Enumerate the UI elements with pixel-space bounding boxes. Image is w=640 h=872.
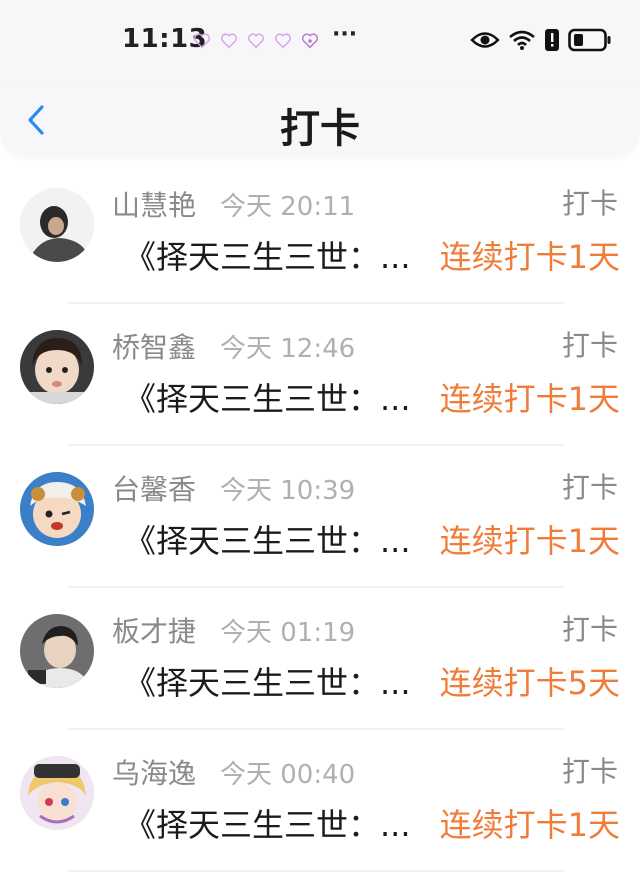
avatar[interactable] bbox=[20, 188, 94, 262]
list-item[interactable]: 乌海逸 今天 00:40 打卡 《择天三生三世：... 连续打卡1天 bbox=[0, 730, 640, 872]
user-avatar-image bbox=[20, 188, 94, 262]
checkin-list: 山慧艳 今天 20:11 打卡 《择天三生三世：... 连续打卡1天 桥智鑫 今… bbox=[0, 162, 640, 872]
status-bar: 11:13 ··· bbox=[0, 0, 640, 84]
list-item[interactable]: 台馨香 今天 10:39 打卡 《择天三生三世：... 连续打卡1天 bbox=[0, 446, 640, 588]
checkin-time: 今天 00:40 bbox=[220, 760, 356, 790]
book-title: 《择天三生三世：... bbox=[124, 522, 411, 560]
book-title-line: 《择天三生三世：... 连续打卡1天 bbox=[124, 516, 620, 562]
system-status-icons bbox=[470, 28, 612, 52]
top-nav-bar: 打卡 bbox=[0, 84, 640, 156]
streak-badge: 连续打卡5天 bbox=[439, 664, 620, 702]
list-item[interactable]: 桥智鑫 今天 12:46 打卡 《择天三生三世：... 连续打卡1天 bbox=[0, 304, 640, 446]
wifi-icon bbox=[509, 30, 535, 50]
streak-badge: 连续打卡1天 bbox=[439, 522, 620, 560]
user-avatar-image bbox=[20, 330, 94, 404]
book-title-line: 《择天三生三世：... 连续打卡1天 bbox=[124, 800, 620, 846]
user-avatar-image bbox=[20, 614, 94, 688]
user-name: 桥智鑫 bbox=[112, 331, 197, 364]
avatar[interactable] bbox=[20, 756, 94, 830]
user-avatar-image bbox=[20, 756, 94, 830]
entry-type-label: 打卡 bbox=[561, 613, 618, 646]
entry-type-label: 打卡 bbox=[561, 187, 618, 220]
avatar[interactable] bbox=[20, 330, 94, 404]
checkin-time: 今天 12:46 bbox=[220, 334, 356, 364]
user-name: 乌海逸 bbox=[112, 757, 197, 790]
checkin-time: 今天 01:19 bbox=[220, 618, 356, 648]
sim-alert-icon bbox=[545, 29, 559, 51]
entry-type-label: 打卡 bbox=[561, 471, 618, 504]
battery-icon bbox=[568, 28, 611, 52]
streak-badge: 连续打卡1天 bbox=[439, 380, 620, 418]
user-name: 山慧艳 bbox=[112, 189, 197, 222]
avatar[interactable] bbox=[20, 472, 94, 546]
notification-icons bbox=[193, 32, 319, 50]
entry-type-label: 打卡 bbox=[561, 329, 618, 362]
streak-badge: 连续打卡1天 bbox=[439, 238, 620, 276]
user-avatar-image bbox=[20, 472, 94, 546]
checkin-time: 今天 20:11 bbox=[220, 192, 356, 222]
heart-notification-icon bbox=[193, 33, 211, 49]
eye-icon bbox=[470, 32, 500, 48]
user-name: 台馨香 bbox=[112, 473, 197, 506]
book-title: 《择天三生三世：... bbox=[124, 664, 411, 702]
list-item[interactable]: 板才捷 今天 01:19 打卡 《择天三生三世：... 连续打卡5天 bbox=[0, 588, 640, 730]
book-title: 《择天三生三世：... bbox=[124, 238, 411, 276]
heart-notification-icon bbox=[274, 33, 292, 49]
book-title-line: 《择天三生三世：... 连续打卡1天 bbox=[124, 232, 620, 278]
checkin-time: 今天 10:39 bbox=[220, 476, 356, 506]
more-notifications-icon: ··· bbox=[332, 22, 358, 47]
streak-badge: 连续打卡1天 bbox=[439, 806, 620, 844]
heart-notification-icon bbox=[220, 33, 238, 49]
book-title: 《择天三生三世：... bbox=[124, 380, 411, 418]
book-title-line: 《择天三生三世：... 连续打卡1天 bbox=[124, 374, 620, 420]
list-item[interactable]: 山慧艳 今天 20:11 打卡 《择天三生三世：... 连续打卡1天 bbox=[0, 162, 640, 304]
book-title-line: 《择天三生三世：... 连续打卡5天 bbox=[124, 658, 620, 704]
page-title: 打卡 bbox=[280, 106, 360, 152]
user-name: 板才捷 bbox=[112, 615, 197, 648]
entry-type-label: 打卡 bbox=[561, 755, 618, 788]
avatar[interactable] bbox=[20, 614, 94, 688]
heart-notification-icon bbox=[301, 33, 319, 49]
heart-notification-icon bbox=[247, 33, 265, 49]
book-title: 《择天三生三世：... bbox=[124, 806, 411, 844]
